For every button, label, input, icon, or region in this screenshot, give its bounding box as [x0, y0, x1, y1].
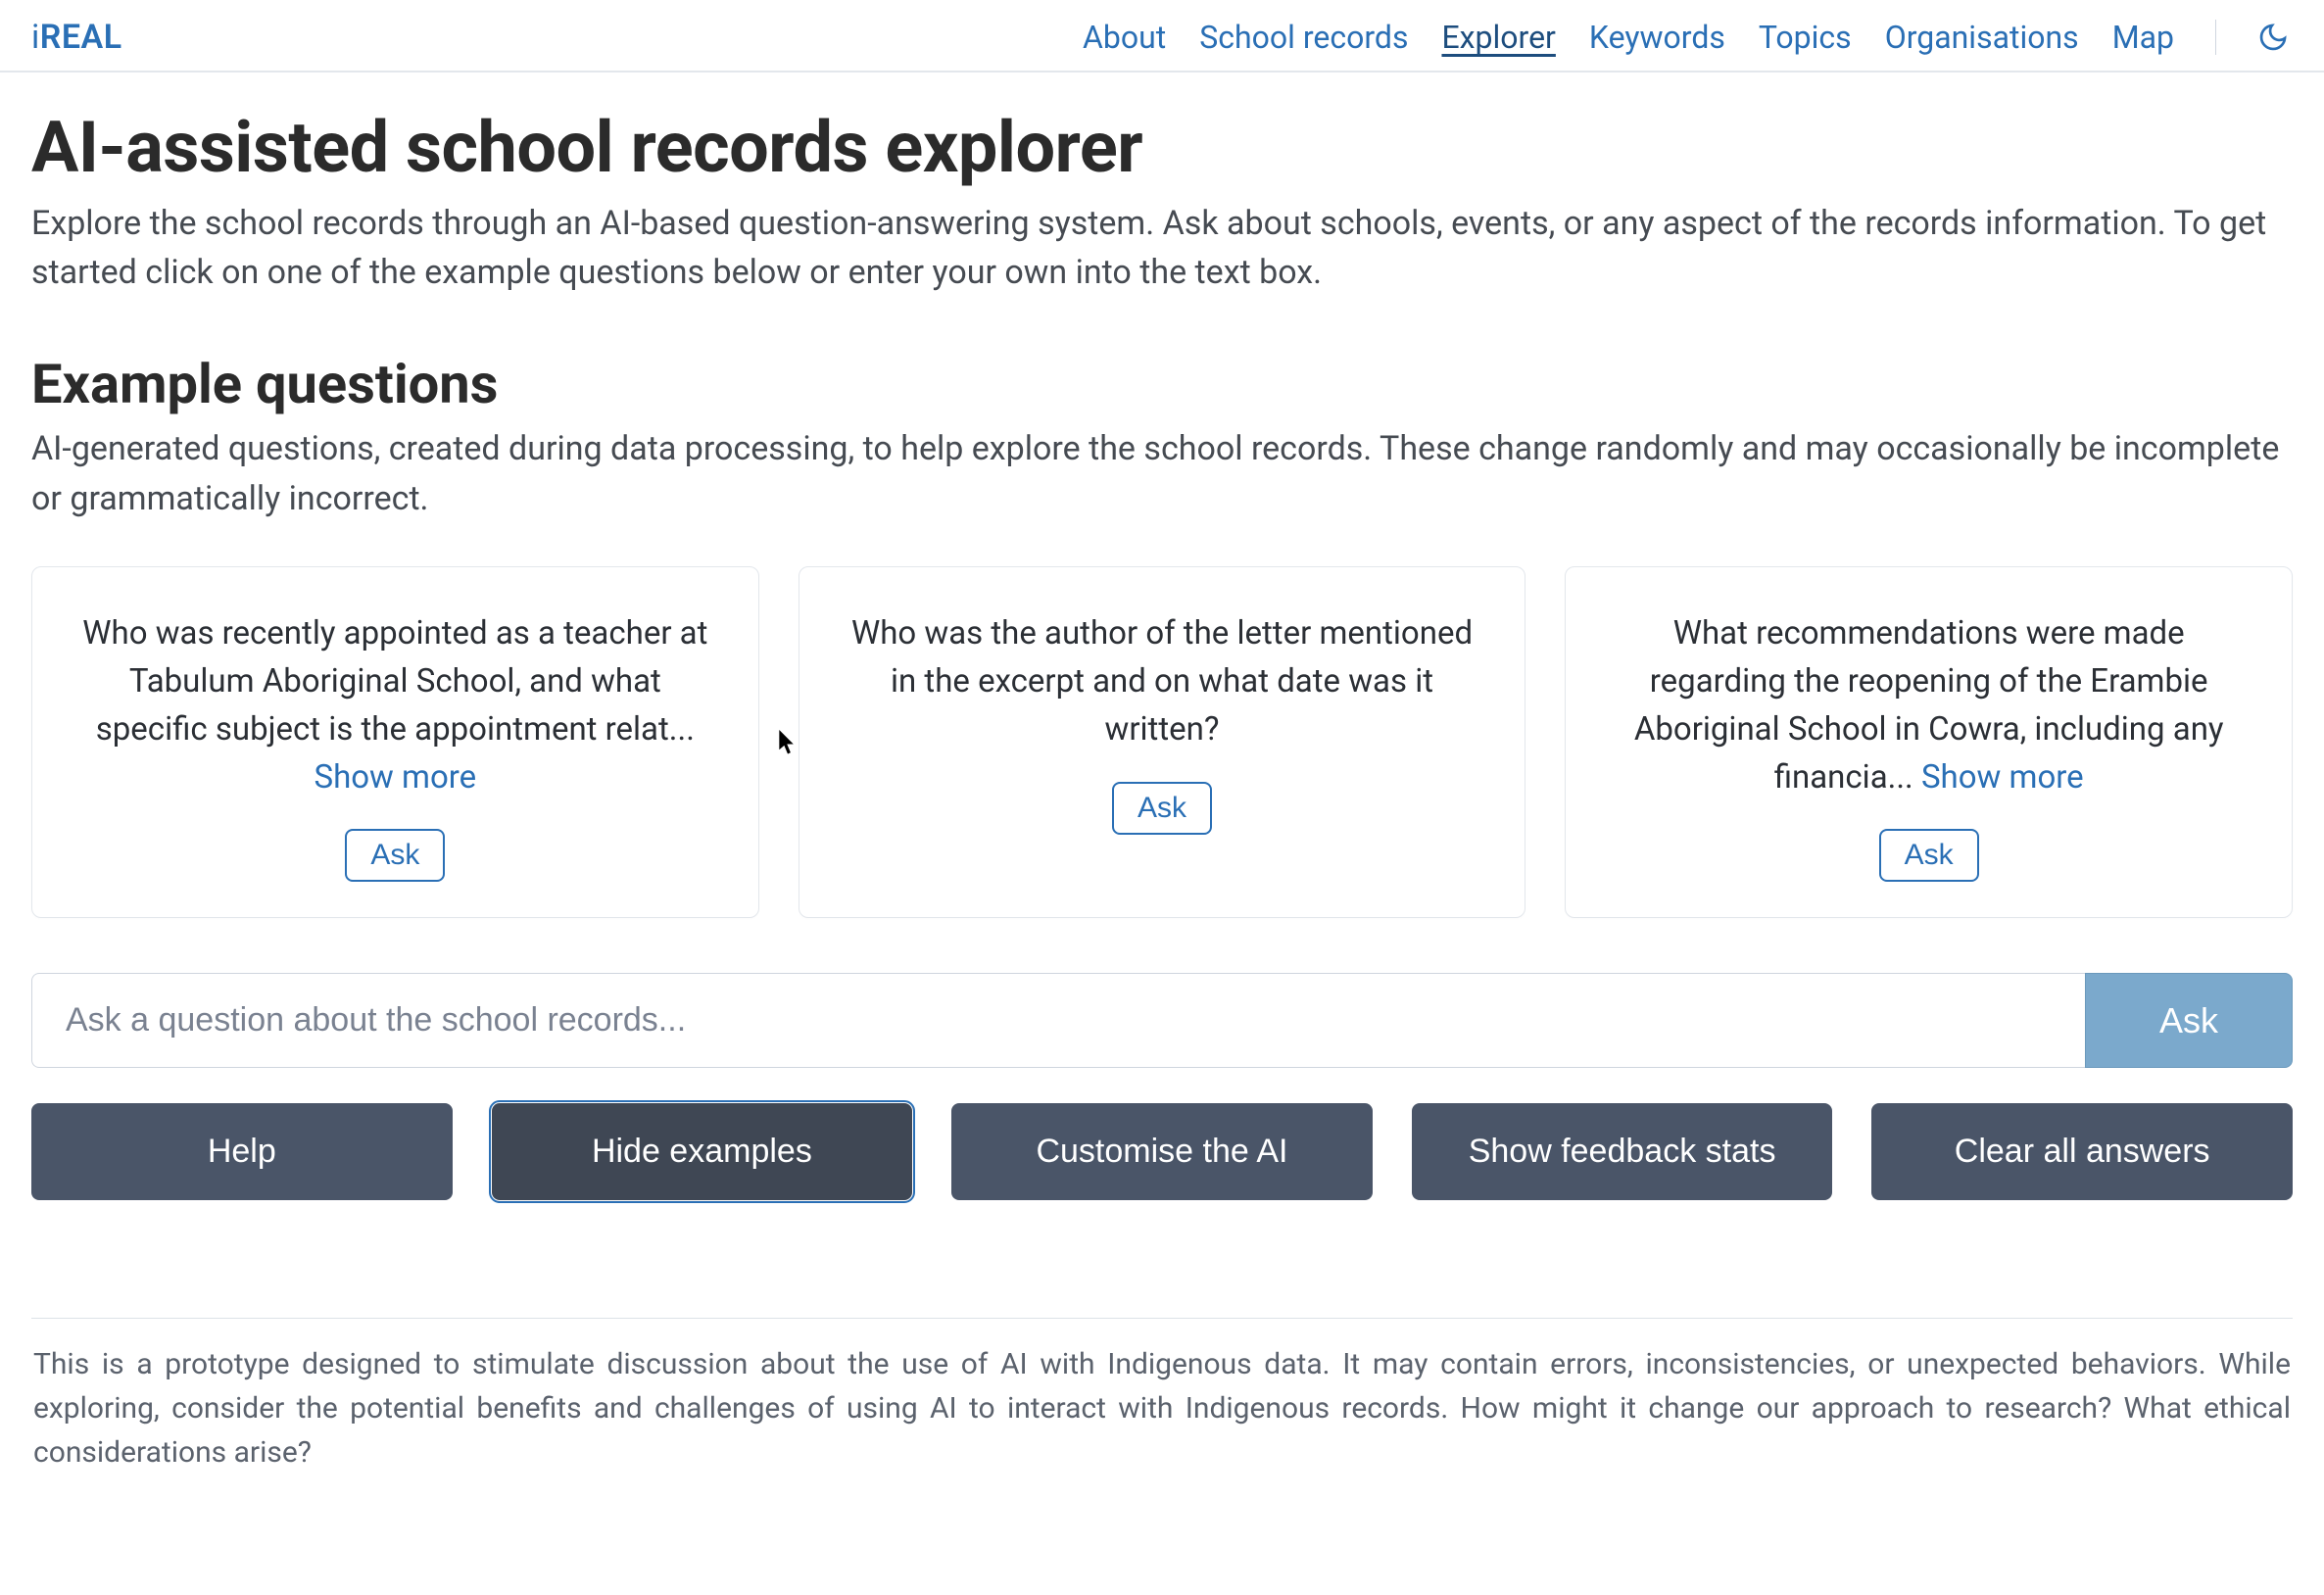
action-button-row: Help Hide examples Customise the AI Show…: [31, 1103, 2293, 1200]
nav-school-records[interactable]: School records: [1199, 19, 1408, 56]
brand-suffix: REAL: [40, 18, 122, 57]
example-cards: Who was recently appointed as a teacher …: [31, 566, 2293, 918]
example-ask-button[interactable]: Ask: [345, 829, 445, 882]
example-question-text: Who was recently appointed as a teacher …: [72, 610, 719, 801]
brand-logo[interactable]: iREAL: [31, 18, 122, 57]
examples-heading: Example questions: [31, 352, 2293, 416]
nav-organisations[interactable]: Organisations: [1885, 19, 2079, 56]
disclaimer-text: This is a prototype designed to stimulat…: [31, 1342, 2293, 1482]
main-content: AI-assisted school records explorer Expl…: [0, 72, 2324, 1482]
nav-explorer[interactable]: Explorer: [1441, 19, 1555, 56]
top-nav: iREAL About School records Explorer Keyw…: [0, 0, 2324, 72]
main-nav: About School records Explorer Keywords T…: [1083, 18, 2293, 57]
clear-answers-button[interactable]: Clear all answers: [1871, 1103, 2293, 1200]
example-question-text: Who was the author of the letter mention…: [839, 610, 1486, 753]
question-input[interactable]: [31, 973, 2085, 1068]
nav-about[interactable]: About: [1083, 19, 1166, 56]
nav-separator: [2215, 20, 2216, 55]
question-input-row: Ask: [31, 973, 2293, 1068]
feedback-stats-button[interactable]: Show feedback stats: [1412, 1103, 1833, 1200]
nav-topics[interactable]: Topics: [1759, 19, 1852, 56]
example-card-3[interactable]: What recommendations were made regarding…: [1565, 566, 2293, 918]
theme-toggle-button[interactable]: [2253, 18, 2293, 57]
section-divider: [31, 1318, 2293, 1319]
show-more-link[interactable]: Show more: [1921, 758, 2084, 797]
example-ask-button[interactable]: Ask: [1879, 829, 1979, 882]
hide-examples-button[interactable]: Hide examples: [492, 1103, 913, 1200]
example-card-1[interactable]: Who was recently appointed as a teacher …: [31, 566, 759, 918]
example-card-2[interactable]: Who was the author of the letter mention…: [799, 566, 1526, 918]
nav-map[interactable]: Map: [2112, 19, 2174, 56]
example-ask-button[interactable]: Ask: [1112, 782, 1212, 835]
page-intro: Explore the school records through an AI…: [31, 199, 2293, 298]
help-button[interactable]: Help: [31, 1103, 453, 1200]
nav-keywords[interactable]: Keywords: [1589, 19, 1725, 56]
page-title: AI-assisted school records explorer: [31, 108, 2293, 189]
moon-icon: [2257, 22, 2289, 53]
examples-description: AI-generated questions, created during d…: [31, 424, 2293, 523]
customise-ai-button[interactable]: Customise the AI: [951, 1103, 1373, 1200]
example-question-text: What recommendations were made regarding…: [1605, 610, 2252, 801]
ask-button[interactable]: Ask: [2085, 973, 2293, 1068]
brand-prefix: i: [31, 18, 40, 57]
show-more-link[interactable]: Show more: [314, 758, 476, 797]
